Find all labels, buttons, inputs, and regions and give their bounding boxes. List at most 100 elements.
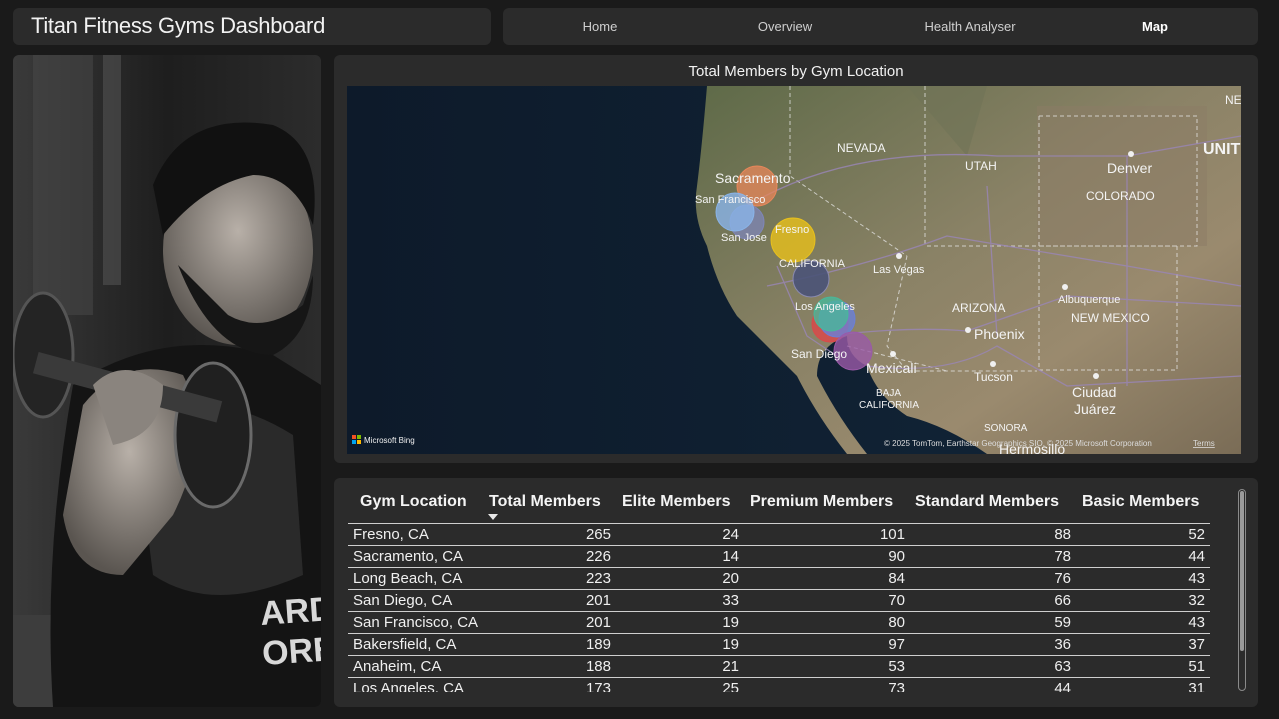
- cell-elite-members: 25: [722, 680, 739, 692]
- cell-basic-members: 32: [1188, 592, 1205, 609]
- table-row[interactable]: San Diego, CA 201 33 70 66 32: [348, 590, 1210, 612]
- table-row[interactable]: Anaheim, CA 188 21 53 63 51: [348, 656, 1210, 678]
- cell-elite-members: 24: [722, 526, 739, 543]
- cell-total-members: 223: [585, 570, 611, 587]
- column-header-premium-members[interactable]: Premium Members: [750, 493, 893, 511]
- terrain-shade: [1037, 106, 1207, 246]
- cell-gym-location: Bakersfield, CA: [353, 636, 457, 653]
- cell-premium-members: 53: [888, 658, 905, 675]
- label-san-diego: San Diego: [791, 347, 847, 361]
- table-row[interactable]: Sacramento, CA 226 14 90 78 44: [348, 546, 1210, 568]
- cell-total-members: 201: [585, 592, 611, 609]
- cell-premium-members: 97: [888, 636, 905, 653]
- label-california: CALIFORNIA: [779, 258, 846, 270]
- cell-premium-members: 90: [888, 548, 905, 565]
- cell-premium-members: 84: [888, 570, 905, 587]
- map-attribution: © 2025 TomTom, Earthstar Geographics SIO…: [884, 439, 1152, 448]
- table-header: Gym Location Total Members Elite Members…: [348, 488, 1210, 524]
- map-visual: Total Members by Gym Location NEVADA UTA…: [334, 55, 1258, 463]
- cell-gym-location: Fresno, CA: [353, 526, 429, 543]
- cell-standard-members: 44: [1054, 680, 1071, 692]
- table-row[interactable]: Fresno, CA 265 24 101 88 52: [348, 524, 1210, 546]
- cell-total-members: 188: [585, 658, 611, 675]
- table-row[interactable]: Bakersfield, CA 189 19 97 36 37: [348, 634, 1210, 656]
- cell-total-members: 173: [585, 680, 611, 692]
- label-albuquerque: Albuquerque: [1058, 294, 1120, 306]
- label-denver: Denver: [1107, 160, 1152, 176]
- label-arizona: ARIZONA: [952, 301, 1005, 315]
- cell-standard-members: 59: [1054, 614, 1071, 631]
- column-header-total-members[interactable]: Total Members: [489, 493, 601, 511]
- label-utah: UTAH: [965, 159, 997, 173]
- label-fresno: Fresno: [775, 224, 809, 236]
- label-united: UNIT: [1203, 141, 1241, 158]
- cell-gym-location: San Francisco, CA: [353, 614, 479, 631]
- members-table: Gym Location Total Members Elite Members…: [348, 488, 1210, 524]
- cell-elite-members: 19: [722, 614, 739, 631]
- bubble-map[interactable]: NEVADA UTAH COLORADO Denver UNIT NE Sacr…: [347, 86, 1241, 454]
- column-header-basic-members[interactable]: Basic Members: [1082, 493, 1199, 511]
- sort-descending-icon[interactable]: [488, 514, 498, 520]
- cell-elite-members: 33: [722, 592, 739, 609]
- svg-text:ARD: ARD: [259, 590, 321, 633]
- dashboard-title: Titan Fitness Gyms Dashboard: [31, 13, 326, 38]
- cell-standard-members: 63: [1054, 658, 1071, 675]
- cell-basic-members: 51: [1188, 658, 1205, 675]
- label-san-jose: San Jose: [721, 232, 767, 244]
- label-tucson: Tucson: [974, 370, 1013, 384]
- cell-standard-members: 78: [1054, 548, 1071, 565]
- label-ne: NE: [1225, 93, 1241, 107]
- column-header-gym-location[interactable]: Gym Location: [360, 493, 467, 511]
- scrollbar-thumb[interactable]: [1240, 491, 1244, 651]
- table-scrollbar[interactable]: [1238, 489, 1246, 691]
- table-row[interactable]: San Francisco, CA 201 19 80 59 43: [348, 612, 1210, 634]
- label-colorado: COLORADO: [1086, 189, 1155, 203]
- cell-elite-members: 19: [722, 636, 739, 653]
- bing-attribution: Microsoft Bing: [364, 436, 415, 445]
- map-canvas: NEVADA UTAH COLORADO Denver UNIT NE Sacr…: [347, 86, 1241, 454]
- cell-standard-members: 88: [1054, 526, 1071, 543]
- nav-overview[interactable]: Overview: [705, 8, 865, 45]
- hero-photo: ARD ORE: [13, 55, 321, 707]
- nav-map[interactable]: Map: [1075, 8, 1235, 45]
- column-header-elite-members[interactable]: Elite Members: [622, 493, 730, 511]
- title-panel: Titan Fitness Gyms Dashboard: [13, 8, 491, 45]
- cell-gym-location: Anaheim, CA: [353, 658, 442, 675]
- cell-elite-members: 21: [722, 658, 739, 675]
- table-row[interactable]: Long Beach, CA 223 20 84 76 43: [348, 568, 1210, 590]
- cell-basic-members: 43: [1188, 614, 1205, 631]
- table-row[interactable]: Los Angeles, CA 173 25 73 44 31: [348, 678, 1210, 692]
- cell-basic-members: 43: [1188, 570, 1205, 587]
- athlete-photo-illustration: ARD ORE: [13, 55, 321, 707]
- cell-gym-location: Long Beach, CA: [353, 570, 463, 587]
- cell-premium-members: 70: [888, 592, 905, 609]
- cell-total-members: 226: [585, 548, 611, 565]
- cell-gym-location: Los Angeles, CA: [353, 680, 464, 692]
- label-baja: BAJA: [876, 388, 901, 399]
- svg-text:ORE: ORE: [261, 630, 321, 673]
- cell-premium-members: 80: [888, 614, 905, 631]
- label-san-francisco: San Francisco: [695, 194, 765, 206]
- cell-gym-location: Sacramento, CA: [353, 548, 464, 565]
- cell-basic-members: 37: [1188, 636, 1205, 653]
- cell-total-members: 201: [585, 614, 611, 631]
- cell-total-members: 189: [585, 636, 611, 653]
- label-ciudad: Ciudad: [1072, 384, 1116, 400]
- cell-basic-members: 52: [1188, 526, 1205, 543]
- cell-gym-location: San Diego, CA: [353, 592, 453, 609]
- cell-basic-members: 31: [1188, 680, 1205, 692]
- label-nevada: NEVADA: [837, 141, 885, 155]
- nav-bar: Home Overview Health Analyser Map: [503, 8, 1258, 45]
- column-header-standard-members[interactable]: Standard Members: [915, 493, 1059, 511]
- map-title: Total Members by Gym Location: [688, 63, 904, 80]
- label-sonora: SONORA: [984, 423, 1028, 434]
- nav-home[interactable]: Home: [520, 8, 680, 45]
- label-juarez: Juárez: [1074, 401, 1116, 417]
- cell-premium-members: 101: [879, 526, 905, 543]
- nav-health-analyser[interactable]: Health Analyser: [890, 8, 1050, 45]
- cell-elite-members: 14: [722, 548, 739, 565]
- cell-total-members: 265: [585, 526, 611, 543]
- cell-elite-members: 20: [722, 570, 739, 587]
- cell-standard-members: 66: [1054, 592, 1071, 609]
- cell-basic-members: 44: [1188, 548, 1205, 565]
